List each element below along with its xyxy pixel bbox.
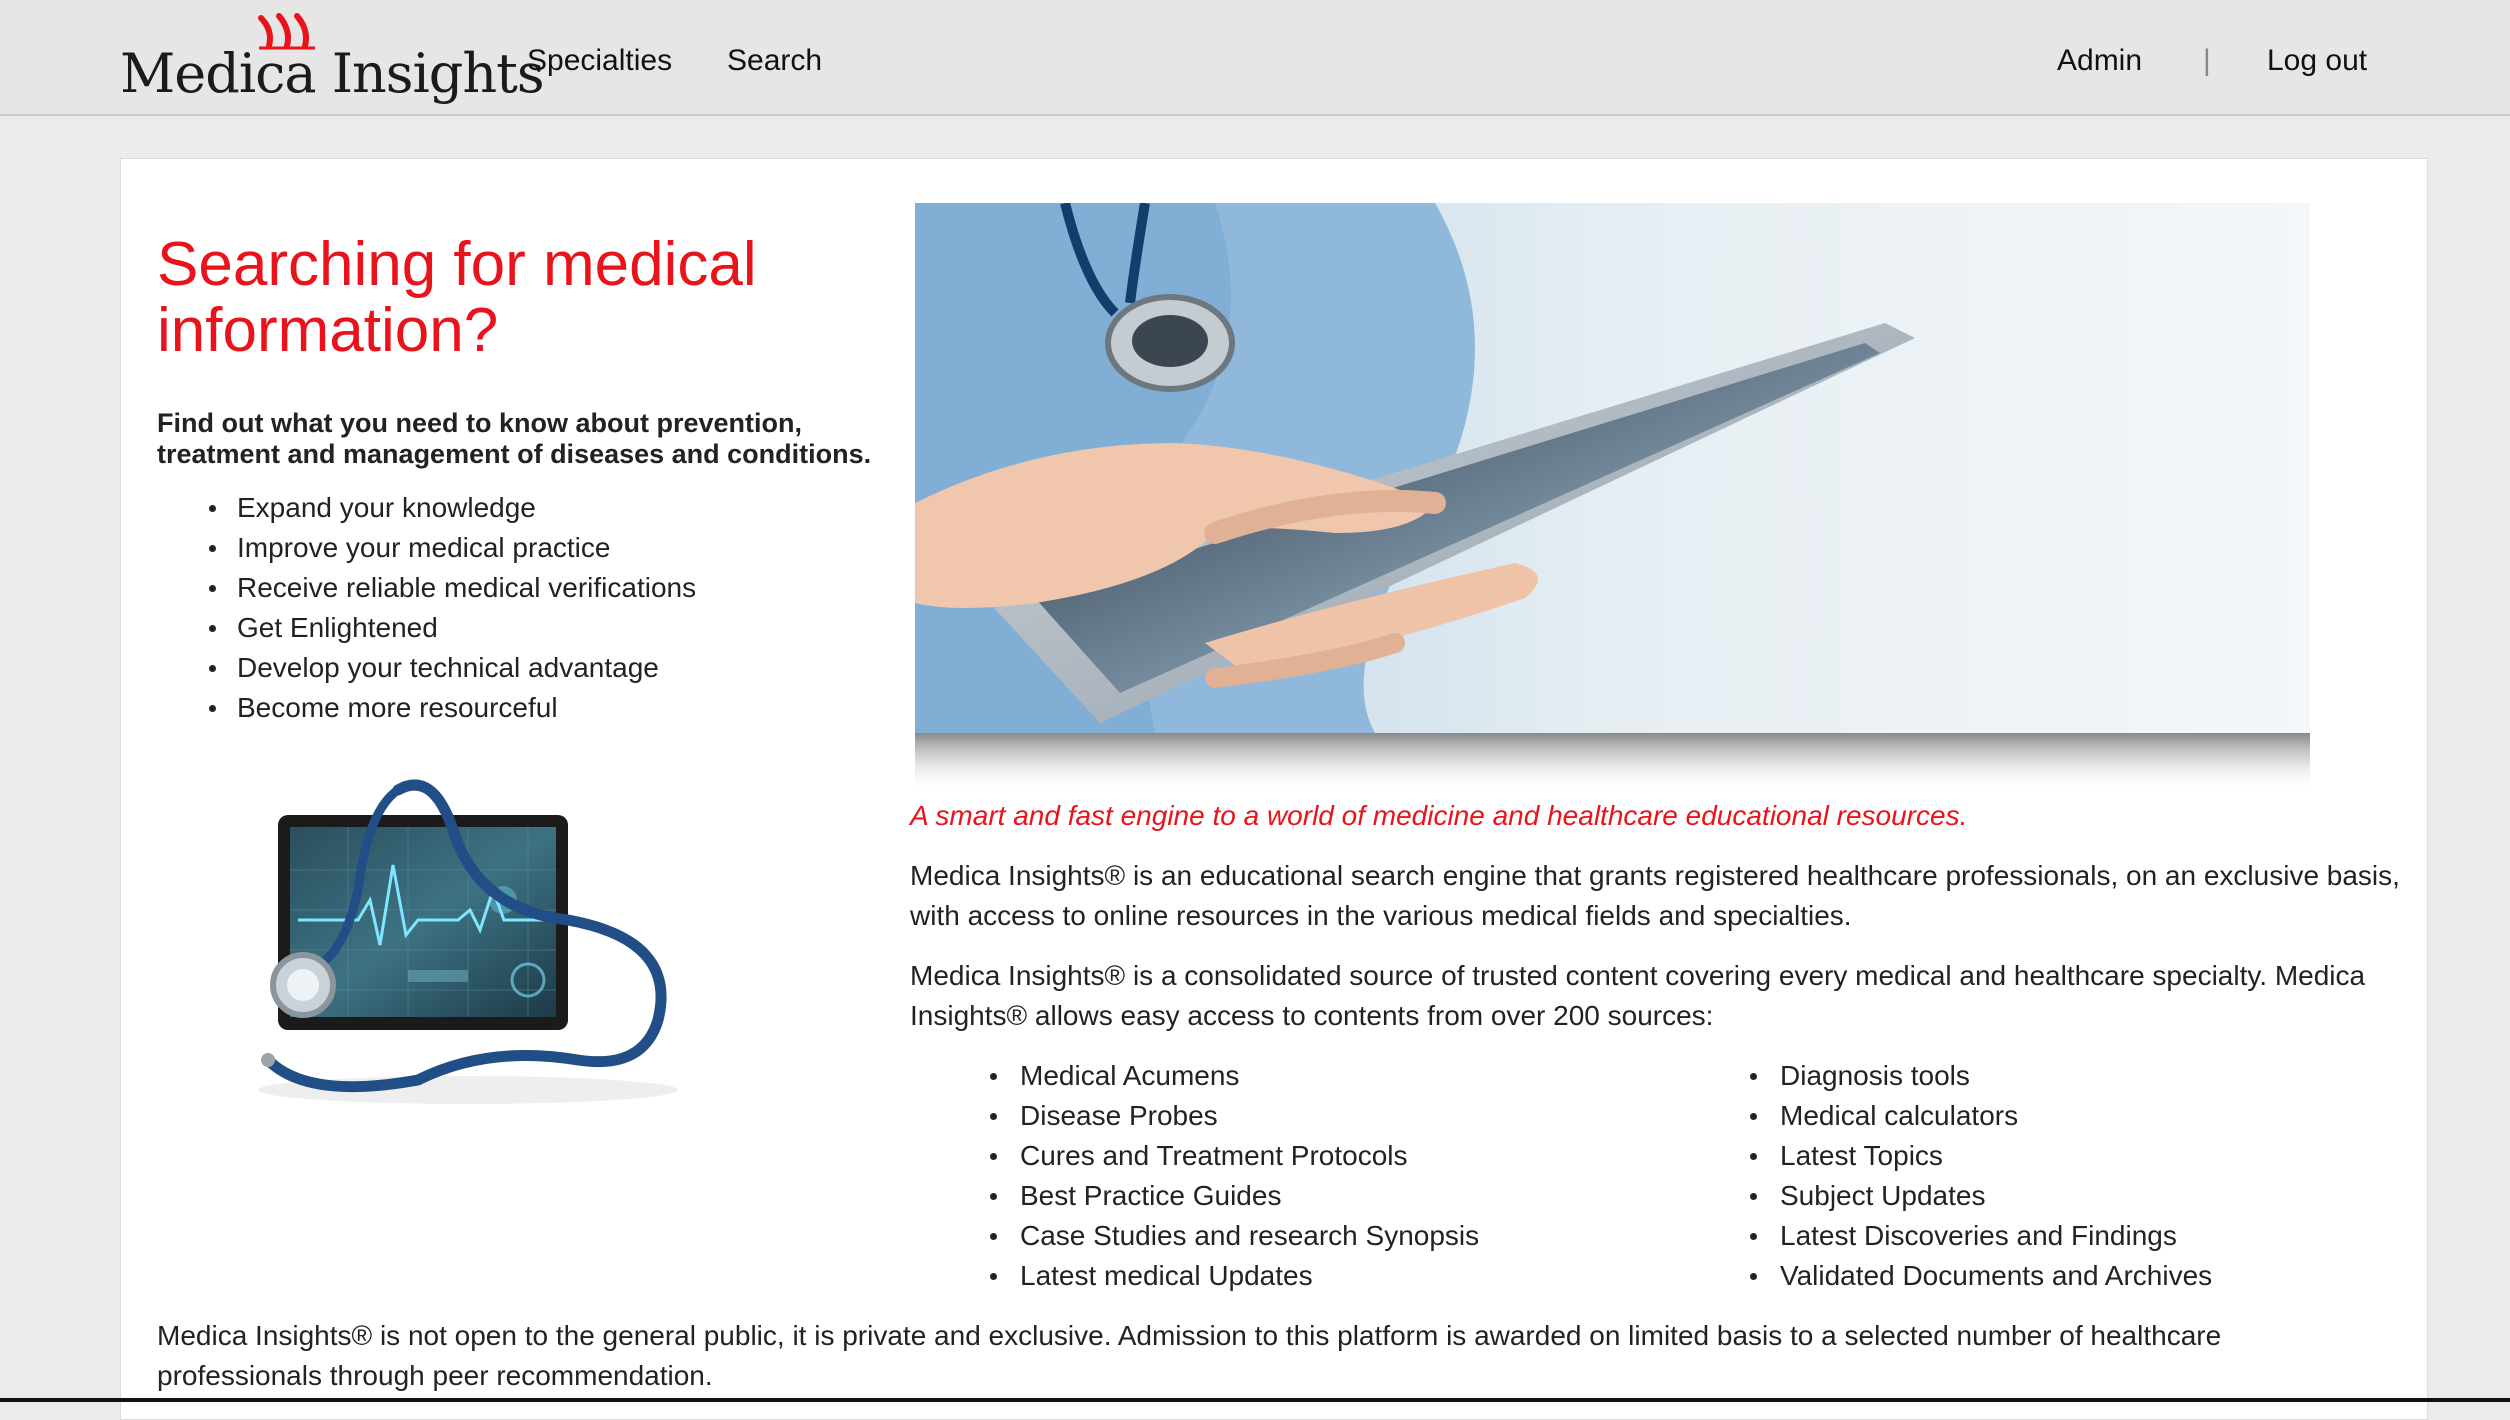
list-item: Receive reliable medical verifications	[157, 568, 696, 608]
list-item: Expand your knowledge	[157, 488, 696, 528]
list-item: Disease Probes	[910, 1096, 1479, 1136]
list-item: Case Studies and research Synopsis	[910, 1216, 1479, 1256]
list-item: Improve your medical practice	[157, 528, 696, 568]
list-item: Become more resourceful	[157, 688, 696, 728]
window-bottom-edge	[0, 1398, 2510, 1402]
nav-search-link[interactable]: Search	[727, 44, 822, 78]
list-item: Get Enlightened	[157, 608, 696, 648]
list-item: Subject Updates	[1670, 1176, 2212, 1216]
list-item: Latest Discoveries and Findings	[1670, 1216, 2212, 1256]
nav-specialties-link[interactable]: Specialties	[527, 44, 672, 78]
tablet-stethoscope-image	[258, 779, 678, 1104]
top-navigation-bar: Medica Insights Specialties Search Admin…	[0, 0, 2510, 116]
logo-text: Medica Insights	[120, 42, 545, 105]
list-item: Medical calculators	[1670, 1096, 2212, 1136]
sources-list-right: Diagnosis tools Medical calculators Late…	[1670, 1056, 2212, 1296]
list-item: Latest medical Updates	[910, 1256, 1479, 1296]
list-item: Diagnosis tools	[1670, 1056, 2212, 1096]
sources-list-left: Medical Acumens Disease Probes Cures and…	[910, 1056, 1479, 1296]
hero-lead: Find out what you need to know about pre…	[157, 408, 872, 469]
tagline: A smart and fast engine to a world of me…	[910, 800, 1968, 831]
nav-admin-link[interactable]: Admin	[2057, 44, 2142, 78]
medica-insights-logo[interactable]: Medica Insights	[120, 12, 545, 107]
intro-paragraph: Medica Insights® is an educational searc…	[910, 860, 2400, 931]
list-item: Cures and Treatment Protocols	[910, 1136, 1479, 1176]
nurse-tablet-photo	[915, 203, 2310, 793]
benefits-list: Expand your knowledge Improve your medic…	[157, 488, 696, 728]
list-item: Latest Topics	[1670, 1136, 2212, 1176]
exclusivity-note: Medica Insights® is not open to the gene…	[157, 1320, 2222, 1391]
nav-separator: |	[2203, 44, 2211, 77]
nav-logout-link[interactable]: Log out	[2267, 44, 2367, 78]
list-item: Validated Documents and Archives	[1670, 1256, 2212, 1296]
list-item: Develop your technical advantage	[157, 648, 696, 688]
list-item: Medical Acumens	[910, 1056, 1479, 1096]
list-item: Best Practice Guides	[910, 1176, 1479, 1216]
sources-paragraph: Medica Insights® is a consolidated sourc…	[910, 960, 2366, 1031]
hero-title: Searching for medical information?	[157, 230, 757, 365]
